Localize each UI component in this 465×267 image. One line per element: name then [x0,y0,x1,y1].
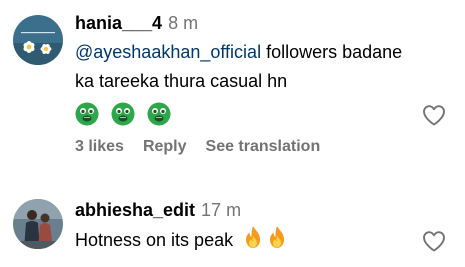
comment-item: hania___4 8 m @ayeshaakhan_official follo… [0,0,465,180]
like-heart-icon[interactable] [422,104,446,126]
likes-count-button[interactable]: 3 likes [75,138,124,156]
comment-time: 8 m [168,13,199,33]
comment-body: hania___4 8 m @ayeshaakhan_official follo… [75,11,417,156]
fire-emoji [246,226,261,248]
reply-button[interactable]: Reply [143,138,187,156]
nauseated-face-emoji [111,102,135,126]
username-link[interactable]: abhiesha_edit [75,200,195,220]
comment-header: hania___4 8 m [75,11,417,35]
nauseated-face-emoji [75,102,99,126]
comment-actions: 3 likes Reply See translation [75,138,417,156]
comment-text: Hotness on its peak [75,225,417,255]
avatar[interactable] [13,199,63,249]
mention-link[interactable]: @ayeshaakhan_official [75,42,261,62]
see-translation-button[interactable]: See translation [206,138,321,156]
comment-text-content: Hotness on its peak [75,230,234,250]
comment-header: abhiesha_edit 17 m [75,198,417,222]
comment-item: abhiesha_edit 17 m Hotness on its peak [0,192,465,262]
username-link[interactable]: hania___4 [75,13,162,33]
nauseated-face-emoji [147,102,171,126]
comment-body: abhiesha_edit 17 m Hotness on its peak [75,198,417,255]
emoji-row [75,102,417,126]
fire-emoji [270,226,285,248]
comment-text: @ayeshaakhan_official followers badane k… [75,38,417,96]
like-heart-icon[interactable] [422,230,446,252]
comment-time: 17 m [201,200,242,220]
avatar[interactable] [13,15,63,65]
